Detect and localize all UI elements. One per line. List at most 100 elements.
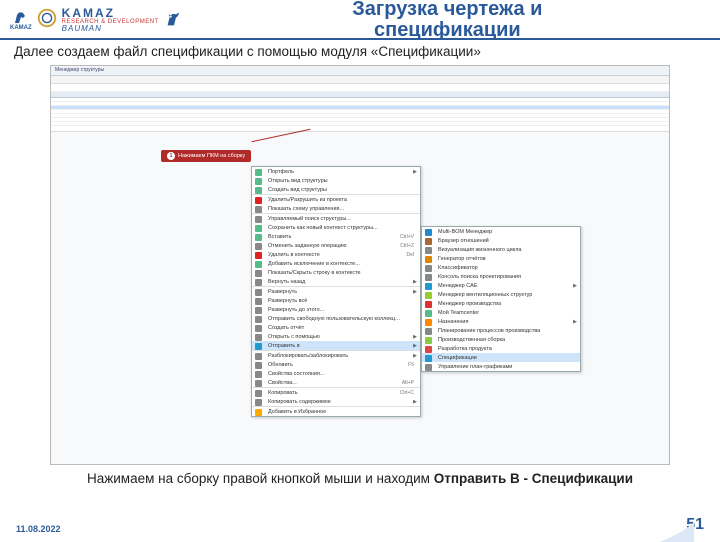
menu-item[interactable]: Классификатор [422,263,580,272]
menu-item[interactable]: Управляемый поиск структуры... [252,213,420,223]
menu-item-label: Создать отчёт [268,325,304,331]
menu-item-label: Отменить заданную операцию [268,243,347,249]
menu-item[interactable]: Добавить исключение в контексте... [252,259,420,268]
bottom-caption: Нажимаем на сборку правой кнопкой мыши и… [0,465,720,487]
menu-item[interactable]: Multi-BOM Менеджер [422,227,580,236]
menu-item-icon [254,398,263,406]
kamaz-logo: KAMAZ [10,9,32,31]
slide-title: Загрузка чертежа и спецификации [185,0,710,41]
menu-item-icon [424,354,433,362]
menu-item[interactable]: Отменить заданную операциюCtrl+Z [252,241,420,250]
menu-item-label: Портфель [268,169,294,175]
submenu-arrow-icon: ▶ [413,343,417,349]
menu-item[interactable]: Мой Teamcenter [422,308,580,317]
menu-item[interactable]: Развернуть всё [252,296,420,305]
menu-item-label: Отправить свободную пользовательскую кол… [268,316,407,322]
context-menu-1: Портфель ▶ Открыть вид структуры Создать ви… [251,166,421,417]
menu-item-label: Удалить/Разрушить из проекта [268,197,347,203]
menu-item[interactable]: КопироватьCtrl+C [252,387,420,397]
menu-item-icon [254,333,263,341]
menu-item-label: Открыть вид структуры [268,178,328,184]
gear-icon [36,7,58,29]
menu-item[interactable]: Портфель ▶ [252,167,420,176]
menu-item-label: Разработка продукта [438,346,492,352]
menu-item[interactable]: Отправить в ▶ [252,341,420,350]
menu-item[interactable]: Консоль поиска проектирования [422,272,580,281]
menu-item[interactable]: Отправить свободную пользовательскую кол… [252,314,420,323]
menu-item[interactable]: Сохранить как новый контекст структуры..… [252,223,420,232]
menu-item[interactable]: Показать/Скрыть строку в контексте [252,268,420,277]
submenu-arrow-icon: ▶ [413,169,417,175]
caption-text: Нажимаем на сборку правой кнопкой мыши и… [87,471,434,486]
app-grid [51,92,669,132]
menu-item[interactable]: Спецификации [422,353,580,362]
menu-item-icon [424,318,433,326]
menu-item[interactable]: Вернуть назад▶ [252,277,420,286]
menu-item-icon [254,370,263,378]
menu-item-label: Отправить в [268,343,300,349]
menu-item-label: Открыть с помощью [268,334,320,340]
slide-header: KAMAZ KAMAZ RESEARCH & DEVELOPMENT BAUMA… [0,0,720,40]
menu-item[interactable]: Менеджер вентиляционных структур [422,290,580,299]
menu-item-icon [254,196,263,204]
menu-item-icon [254,224,263,232]
menu-item-label: Показать схему управления... [268,206,344,212]
menu-item-icon [424,255,433,263]
bauman-gear-logo [36,7,58,34]
context-menu-2: Multi-BOM МенеджерБраузер отношений Визуа… [421,226,581,372]
menu-item-label: Свойства состояния... [268,371,324,377]
menu-item[interactable]: Свойства...Alt+P [252,378,420,387]
menu-item[interactable]: Разработка продукта [422,344,580,353]
menu-item[interactable]: Генератор отчётов [422,254,580,263]
menu-item[interactable]: Назначения▶ [422,317,580,326]
menu-item-icon [254,269,263,277]
menu-item[interactable]: Менеджер производства [422,299,580,308]
menu-item[interactable]: Планирование процессов производства [422,326,580,335]
callout-badge: 1 Нажимаем ПКМ на сборку [161,150,251,162]
menu-item-icon [254,288,263,296]
menu-item[interactable]: ВставитьCtrl+V [252,232,420,241]
menu-item-label: Развернуть всё [268,298,307,304]
pegasus-icon [163,7,185,29]
menu-item-label: Менеджер производства [438,301,501,307]
menu-item-label: Создать вид структуры [268,187,327,193]
menu-item[interactable]: Копировать содержимое▶ [252,397,420,406]
menu-item[interactable]: Удалить в контекстеDel [252,250,420,259]
menu-item[interactable]: Показать схему управления... [252,204,420,213]
menu-item-label: Вернуть назад [268,279,305,285]
menu-item[interactable]: Браузер отношений [422,236,580,245]
menu-item-label: Управляемый поиск структуры... [268,216,351,222]
menu-item-label: Вставить [268,234,291,240]
menu-item-icon [424,273,433,281]
menu-item[interactable]: Открыть вид структуры [252,176,420,185]
menu-item[interactable]: Добавить в Избранное [252,406,420,416]
menu-item-icon [254,306,263,314]
menu-item[interactable]: Разблокировать/заблокировать▶ [252,350,420,360]
menu-item-label: Планирование процессов производства [438,328,540,334]
menu-item-label: Развернуть до этого... [268,307,324,313]
menu-item-label: Удалить в контексте [268,252,320,258]
page-corner-icon [660,508,694,542]
submenu-arrow-icon: ▶ [413,334,417,340]
menu-item[interactable]: Производственная сборка [422,335,580,344]
menu-item-icon [424,336,433,344]
menu-item-icon [424,300,433,308]
menu-item-icon [424,363,433,371]
menu-item[interactable]: Создать отчёт [252,323,420,332]
menu-item-icon [254,168,263,176]
menu-item-label: Спецификации [438,355,477,361]
menu-item-label: Визуализация жизненного цикла [438,247,521,253]
menu-item[interactable]: Развернуть до этого... [252,305,420,314]
menu-item[interactable]: Менеджер CAE▶ [422,281,580,290]
menu-item[interactable]: Развернуть▶ [252,286,420,296]
menu-item[interactable]: ОбновитьF5 [252,360,420,369]
menu-item[interactable]: Визуализация жизненного цикла [422,245,580,254]
menu-item[interactable]: Создать вид структуры [252,185,420,194]
menu-item[interactable]: Удалить/Разрушить из проекта [252,194,420,204]
menu-item[interactable]: Открыть с помощью ▶ [252,332,420,341]
menu-shortcut: F5 [408,362,414,368]
menu-item-label: Разблокировать/заблокировать [268,353,348,359]
menu-shortcut: Ctrl+C [400,390,414,396]
menu-item[interactable]: Управление план-графиками [422,362,580,371]
menu-item[interactable]: Свойства состояния... [252,369,420,378]
